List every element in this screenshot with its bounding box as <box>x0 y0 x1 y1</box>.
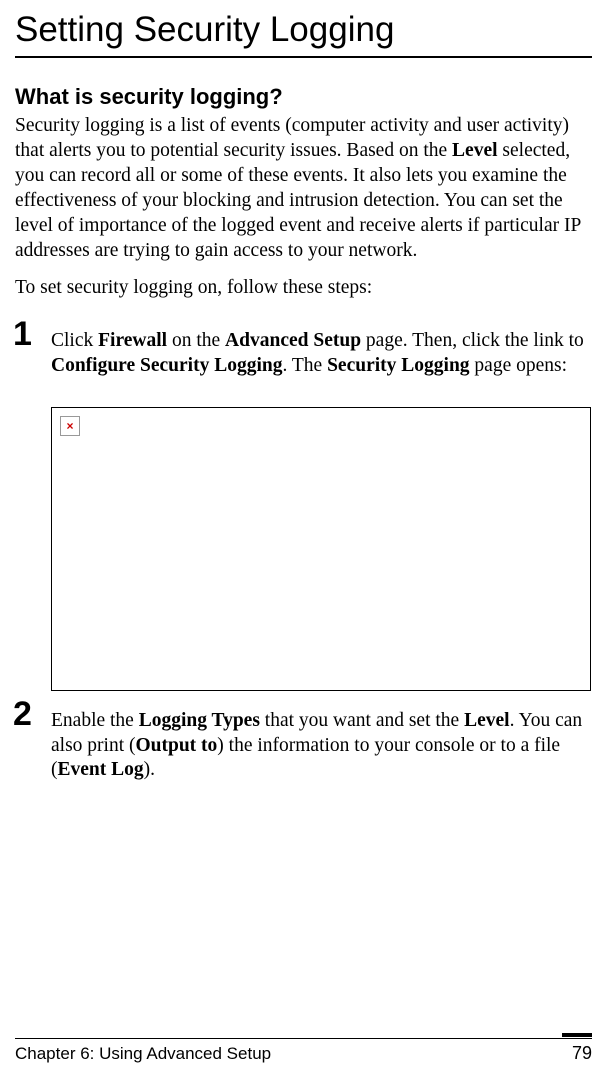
intro-bold-level: Level <box>452 140 497 161</box>
s1-b3: Configure Security Logging <box>51 355 282 376</box>
s1-b1: Firewall <box>98 330 167 351</box>
s2-b4: Event Log <box>58 759 144 780</box>
footer-page-number: 79 <box>572 1043 592 1064</box>
footer-chapter: Chapter 6: Using Advanced Setup <box>15 1044 271 1064</box>
intro-paragraph: Security logging is a list of events (co… <box>15 114 592 264</box>
step-1: 1 Click Firewall on the Advanced Setup p… <box>15 329 592 379</box>
s1-b2: Advanced Setup <box>225 330 361 351</box>
step-1-number: 1 <box>13 315 32 354</box>
s2-b3: Output to <box>135 735 217 756</box>
s1-t4: . The <box>282 355 327 376</box>
s2-b2: Level <box>464 710 509 731</box>
s1-t1: Click <box>51 330 98 351</box>
screenshot-placeholder: × <box>51 407 591 691</box>
lead-in: To set security logging on, follow these… <box>15 276 592 301</box>
s2-t2: that you want and set the <box>260 710 464 731</box>
s2-t1: Enable the <box>51 710 139 731</box>
page-footer: Chapter 6: Using Advanced Setup 79 <box>15 1038 592 1064</box>
step-2: 2 Enable the Logging Types that you want… <box>15 709 592 784</box>
step-2-number: 2 <box>13 695 32 734</box>
s1-t3: page. Then, click the link to <box>361 330 584 351</box>
section-heading: What is security logging? <box>15 84 592 110</box>
step-1-text: Click Firewall on the Advanced Setup pag… <box>51 329 592 379</box>
s2-b1: Logging Types <box>139 710 260 731</box>
step-2-text: Enable the Logging Types that you want a… <box>51 709 592 784</box>
s2-t5: ). <box>144 759 155 780</box>
footer-accent-bar <box>562 1033 592 1037</box>
s1-t2: on the <box>167 330 225 351</box>
page-title: Setting Security Logging <box>15 10 592 58</box>
s1-t5: page opens: <box>470 355 567 376</box>
broken-image-icon: × <box>60 416 80 436</box>
s1-b4: Security Logging <box>327 355 469 376</box>
